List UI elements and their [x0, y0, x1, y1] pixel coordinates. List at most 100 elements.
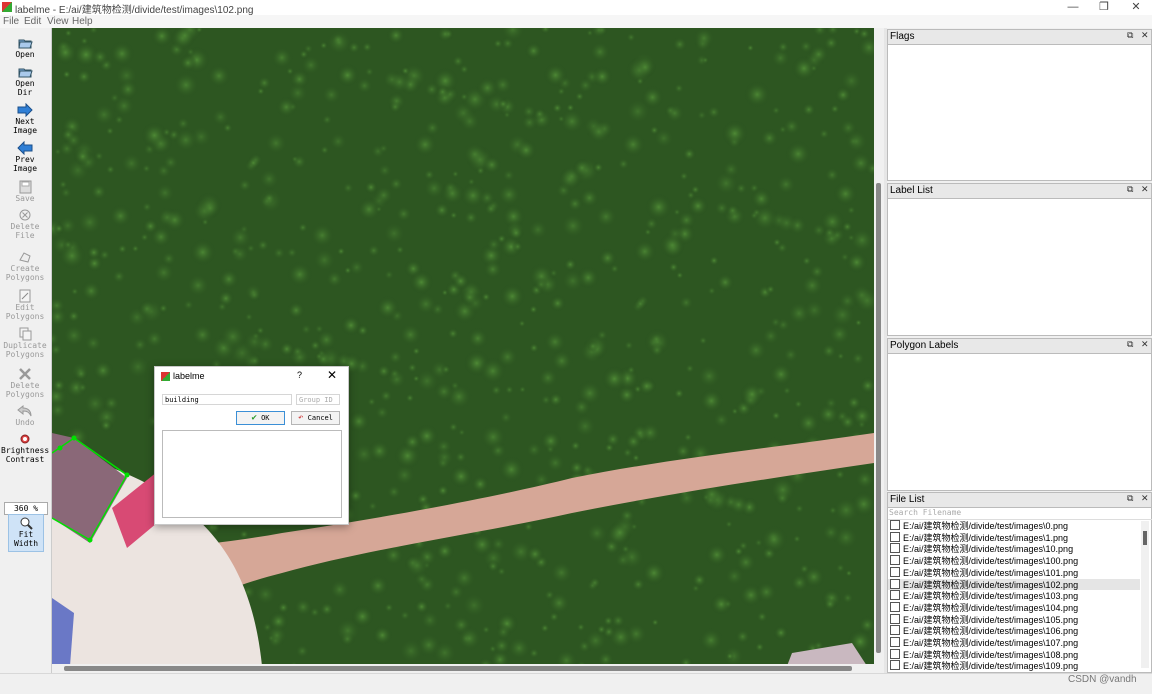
- flags-dock-title: Flags ⧉ ✕: [888, 30, 1151, 45]
- tree-crown: [347, 487, 365, 505]
- file-list-item[interactable]: E:/ai/建筑物检测/divide/test/images\1.png: [888, 531, 1140, 544]
- file-list-item[interactable]: E:/ai/建筑物检测/divide/test/images\106.png: [888, 625, 1140, 637]
- label-input[interactable]: building: [162, 394, 292, 405]
- file-checkbox[interactable]: [890, 520, 900, 530]
- file-checkbox[interactable]: [890, 590, 900, 601]
- file-list-item[interactable]: E:/ai/建筑物检测/divide/test/images\105.png: [888, 613, 1140, 626]
- file-checkbox[interactable]: [890, 648, 900, 659]
- tree-crown: [848, 151, 874, 176]
- file-checkbox[interactable]: [890, 613, 900, 624]
- file-checkbox[interactable]: [890, 601, 900, 612]
- file-checkbox[interactable]: [890, 566, 900, 577]
- tree-crown: [412, 374, 421, 383]
- delete-file-button[interactable]: Delete File: [1, 208, 49, 240]
- minimize-button[interactable]: —: [1057, 0, 1089, 15]
- group-id-input[interactable]: Group ID: [296, 394, 340, 405]
- float-icon[interactable]: ⧉: [1127, 339, 1133, 350]
- undo-button[interactable]: Undo: [1, 404, 49, 427]
- polygon-vertex[interactable]: [57, 445, 63, 451]
- polygon-vertex[interactable]: [71, 435, 77, 441]
- tree-crown: [436, 483, 450, 498]
- search-filename-input[interactable]: Search Filename: [888, 507, 1152, 520]
- save-button[interactable]: Save: [1, 180, 49, 203]
- float-icon[interactable]: ⧉: [1127, 493, 1133, 504]
- tree-crown: [839, 251, 851, 263]
- float-icon[interactable]: ⧉: [1127, 184, 1133, 195]
- file-list-scroll-thumb[interactable]: [1143, 531, 1147, 545]
- close-icon[interactable]: ✕: [1141, 184, 1149, 195]
- tree-crown: [442, 600, 454, 612]
- file-list-item[interactable]: E:/ai/建筑物检测/divide/test/images\103.png: [888, 590, 1140, 602]
- tree-crown: [246, 155, 261, 170]
- edit-polygons-button[interactable]: Edit Polygons: [1, 289, 49, 321]
- create-polygons-button[interactable]: Create Polygons: [1, 250, 49, 282]
- tree-crown: [470, 474, 490, 494]
- file-checkbox[interactable]: [890, 578, 900, 589]
- menu-file[interactable]: File: [3, 15, 19, 28]
- polygon-vertex[interactable]: [124, 472, 130, 478]
- tree-crown: [706, 286, 717, 296]
- brightness-contrast-button[interactable]: Brightness Contrast: [1, 432, 49, 464]
- label-suggestion-list[interactable]: [162, 430, 342, 518]
- window-close-button[interactable]: ✕: [1120, 0, 1152, 15]
- tree-crown: [409, 270, 434, 295]
- file-list-item[interactable]: E:/ai/建筑物检测/divide/test/images\0.png: [888, 520, 1140, 532]
- tree-crown: [502, 110, 512, 120]
- file-list-item[interactable]: E:/ai/建筑物检测/divide/test/images\100.png: [888, 555, 1140, 567]
- file-list-scrollbar[interactable]: [1141, 521, 1149, 668]
- tree-crown: [325, 28, 353, 57]
- tree-crown: [449, 464, 473, 489]
- canvas-horizontal-scrollbar[interactable]: [52, 664, 874, 673]
- canvas-vertical-scrollbar[interactable]: [874, 28, 883, 666]
- menu-help[interactable]: Help: [72, 15, 93, 28]
- labelme-dialog-icon: [161, 372, 170, 381]
- check-icon: ✔: [251, 413, 257, 423]
- polygon-vertex[interactable]: [87, 537, 93, 543]
- file-checkbox[interactable]: [890, 543, 900, 554]
- file-checkbox[interactable]: [890, 555, 900, 566]
- prev-image-button[interactable]: Prev Image: [1, 141, 49, 173]
- delete-polygons-button[interactable]: Delete Polygons: [1, 367, 49, 399]
- file-list-item[interactable]: E:/ai/建筑物检测/divide/test/images\101.png: [888, 566, 1140, 579]
- tree-crown: [286, 81, 310, 105]
- close-icon[interactable]: ✕: [1141, 493, 1149, 504]
- file-list-item[interactable]: E:/ai/建筑物检测/divide/test/images\108.png: [888, 648, 1140, 661]
- file-list-item[interactable]: E:/ai/建筑物检测/divide/test/images\104.png: [888, 601, 1140, 614]
- image-canvas[interactable]: [52, 28, 874, 666]
- tree-crown: [336, 246, 346, 257]
- label-dialog: labelme ? ✕ building Group ID ✔ OK ↶ Can…: [154, 366, 349, 525]
- file-list-item[interactable]: E:/ai/建筑物检测/divide/test/images\10.png: [888, 543, 1140, 555]
- duplicate-polygons-label-1: Duplicate: [3, 341, 47, 350]
- float-icon[interactable]: ⧉: [1127, 30, 1133, 41]
- file-list-item[interactable]: E:/ai/建筑物检测/divide/test/images\107.png: [888, 637, 1140, 649]
- file-checkbox[interactable]: [890, 531, 900, 542]
- ok-button[interactable]: ✔ OK: [236, 411, 285, 425]
- cancel-button[interactable]: ↶ Cancel: [291, 411, 340, 425]
- menu-edit[interactable]: Edit: [24, 15, 41, 28]
- file-name: E:/ai/建筑物检测/divide/test/images\101.png: [903, 567, 1079, 578]
- open-button[interactable]: Open: [1, 36, 49, 59]
- menu-view[interactable]: View: [47, 15, 69, 28]
- tree-crown: [105, 126, 115, 136]
- close-icon[interactable]: ✕: [1141, 339, 1149, 350]
- duplicate-polygons-button[interactable]: Duplicate Polygons: [1, 327, 49, 359]
- tree-crown: [82, 391, 108, 417]
- file-checkbox[interactable]: [890, 660, 900, 671]
- fit-width-button[interactable]: Fit Width: [8, 514, 44, 552]
- file-checkbox[interactable]: [890, 625, 900, 636]
- next-image-button[interactable]: Next Image: [1, 103, 49, 135]
- tree-crown: [565, 102, 576, 113]
- horizontal-scroll-thumb[interactable]: [64, 666, 852, 671]
- close-icon[interactable]: ✕: [1141, 30, 1149, 41]
- dialog-close-button[interactable]: ✕: [327, 368, 337, 382]
- file-list-item[interactable]: E:/ai/建筑物检测/divide/test/images\102.png: [888, 578, 1140, 591]
- tree-crown: [775, 211, 798, 235]
- vertical-scroll-thumb[interactable]: [876, 183, 881, 653]
- tree-crown: [659, 231, 686, 259]
- tree-crown: [319, 144, 330, 156]
- open-dir-button[interactable]: Open Dir: [1, 65, 49, 97]
- help-button[interactable]: ?: [297, 370, 302, 380]
- maximize-button[interactable]: ❐: [1088, 0, 1120, 15]
- file-checkbox[interactable]: [890, 637, 900, 647]
- file-list-item[interactable]: E:/ai/建筑物检测/divide/test/images\109.png: [888, 660, 1140, 672]
